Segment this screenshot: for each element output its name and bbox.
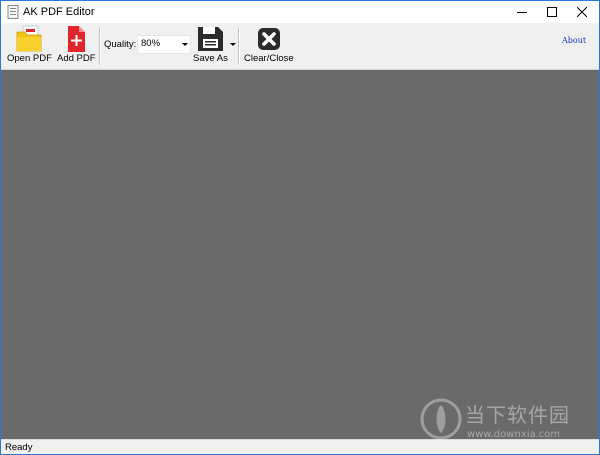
quality-dropdown[interactable]: 80% <box>137 35 191 54</box>
add-pdf-icon <box>61 25 91 53</box>
clear-close-icon <box>254 25 284 53</box>
close-button[interactable] <box>565 1 599 23</box>
open-folder-icon <box>14 25 44 53</box>
open-pdf-label: Open PDF <box>7 53 52 64</box>
watermark-logo-icon <box>419 397 463 441</box>
open-pdf-button[interactable]: Open PDF <box>7 25 52 67</box>
add-pdf-button[interactable]: Add PDF <box>57 25 96 67</box>
save-as-dropdown-icon[interactable] <box>230 43 236 46</box>
quality-label: Quality: <box>104 39 137 50</box>
clear-close-button[interactable]: Clear/Close <box>244 25 294 67</box>
toolbar: Open PDF Add PDF Quality: 80% Save As Cl… <box>1 23 599 70</box>
maximize-icon <box>547 7 557 17</box>
status-bar: Ready <box>1 439 599 454</box>
close-icon <box>577 7 587 17</box>
app-window: AK PDF Editor Open PDF Add PDF Quality: … <box>0 0 600 455</box>
floppy-disk-icon <box>195 25 225 53</box>
about-link[interactable]: About <box>562 36 586 45</box>
watermark-name: 当下软件园 <box>465 403 570 427</box>
add-pdf-label: Add PDF <box>57 53 96 64</box>
minimize-button[interactable] <box>505 1 539 23</box>
toolbar-separator <box>238 27 240 65</box>
quality-value: 80% <box>141 38 161 49</box>
maximize-button[interactable] <box>535 1 569 23</box>
status-text: Ready <box>5 442 33 453</box>
watermark-url: www.downxia.com <box>467 429 561 440</box>
minimize-icon <box>517 7 527 17</box>
save-as-label: Save As <box>193 53 228 64</box>
title-bar[interactable]: AK PDF Editor <box>1 1 599 23</box>
document-canvas[interactable] <box>1 70 599 439</box>
toolbar-separator <box>99 27 101 65</box>
clear-close-label: Clear/Close <box>244 53 294 64</box>
app-icon <box>7 5 19 19</box>
save-as-button[interactable]: Save As <box>193 25 228 67</box>
chevron-down-icon <box>182 43 188 46</box>
window-title: AK PDF Editor <box>23 6 95 18</box>
